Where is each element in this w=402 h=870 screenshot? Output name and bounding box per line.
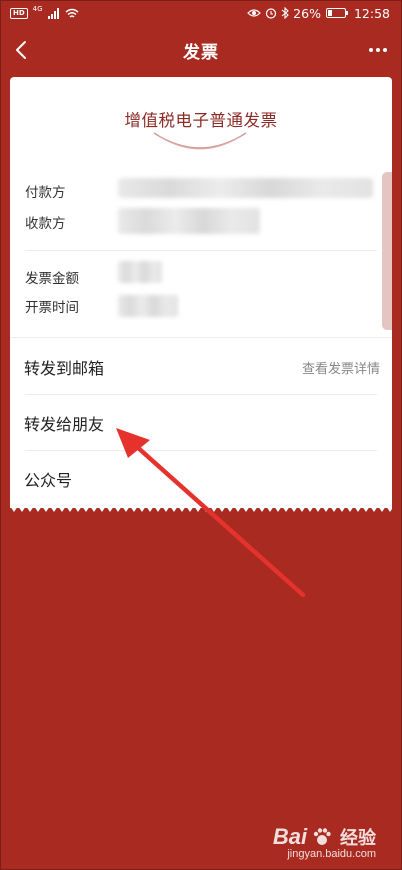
network-type: 4G — [32, 5, 43, 13]
paw-icon — [313, 828, 331, 845]
forward-friend-label: 转发给朋友 — [24, 415, 105, 434]
payee-value-blurred — [118, 208, 260, 234]
nav-bar: 发票 — [0, 26, 402, 74]
payer-value-blurred — [118, 178, 373, 198]
wifi-icon — [65, 8, 79, 18]
more-dot-icon — [369, 48, 373, 52]
status-right: 26% 12:58 — [247, 6, 390, 21]
battery-percent: 26% — [293, 5, 321, 21]
signal-icon — [47, 7, 59, 19]
alarm-icon — [266, 8, 277, 19]
amount-label: 发票金额 — [25, 271, 79, 287]
hd-badge: HD — [10, 7, 28, 19]
amount-value-blurred — [118, 261, 162, 283]
issue-time-value-blurred — [118, 295, 178, 317]
watermark-brand-suffix: 经验 — [340, 828, 376, 848]
more-button[interactable] — [364, 40, 392, 60]
scrollbar[interactable] — [382, 172, 392, 330]
invoice-card: 增值税电子普通发票 付款方 收款方 发票金额 开票时间 转发到邮箱 查看发票详情… — [10, 77, 392, 508]
more-dot-icon — [383, 48, 387, 52]
clock: 12:58 — [353, 5, 390, 21]
invoice-stamp-icon — [153, 132, 247, 150]
forward-friend-row[interactable]: 转发给朋友 — [10, 395, 392, 451]
eye-icon — [247, 9, 262, 17]
bluetooth-icon — [281, 7, 289, 19]
baidu-watermark: Bai 经验 jingyan.baidu.com — [273, 824, 376, 860]
battery-fill — [327, 10, 333, 16]
official-account-row[interactable]: 公众号 — [10, 451, 392, 507]
issue-time-label: 开票时间 — [25, 300, 79, 316]
more-dot-icon — [376, 48, 380, 52]
back-button[interactable] — [8, 36, 36, 64]
payee-label: 收款方 — [25, 216, 66, 232]
payer-label: 付款方 — [25, 185, 66, 201]
battery-icon — [325, 8, 348, 18]
view-invoice-details-link[interactable]: 查看发票详情 — [302, 358, 380, 377]
status-left: HD 4G — [10, 5, 79, 19]
invoice-header: 增值税电子普通发票 — [10, 77, 392, 163]
status-bar: HD 4G 26% 12:58 — [0, 0, 402, 26]
forward-email-label: 转发到邮箱 — [24, 359, 105, 378]
official-account-label: 公众号 — [24, 471, 73, 490]
card-zigzag-edge — [10, 506, 392, 512]
page-title: 发票 — [183, 42, 219, 63]
divider — [25, 250, 377, 251]
watermark-brand: Bai — [272, 824, 308, 849]
watermark-url: jingyan.baidu.com — [287, 848, 376, 860]
divider — [10, 337, 392, 338]
forward-email-row[interactable]: 转发到邮箱 查看发票详情 — [10, 339, 392, 395]
